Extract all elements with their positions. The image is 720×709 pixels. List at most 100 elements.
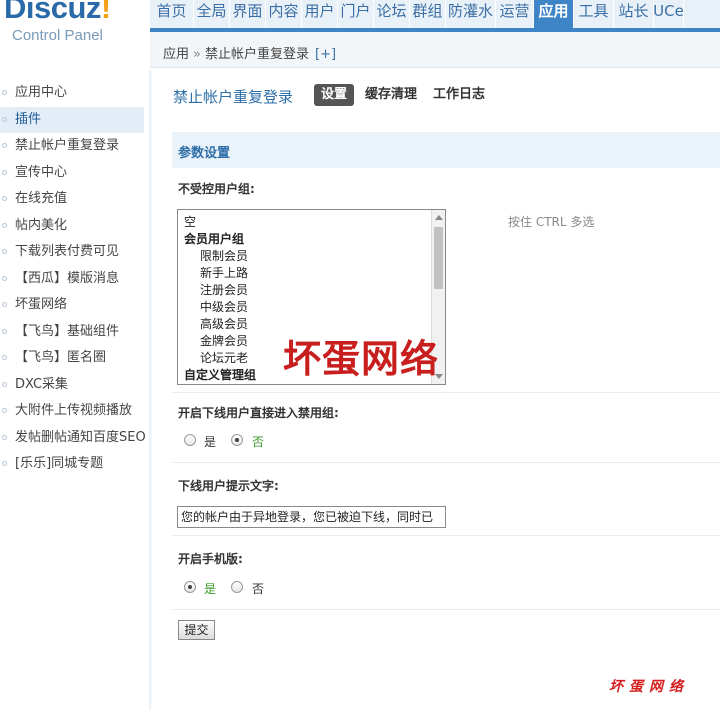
sidebar-item-label: DXC采集 — [15, 376, 69, 392]
tab-settings[interactable]: 设置 — [314, 84, 355, 106]
user-group-option[interactable]: 高级会员 — [200, 315, 248, 332]
breadcrumb-root[interactable]: 应用 — [163, 47, 189, 62]
user-group-option[interactable]: 空 — [184, 213, 196, 230]
watermark-text: 坏蛋网络 — [283, 336, 440, 381]
sidebar-item[interactable]: [乐乐]同城专题 — [0, 451, 144, 477]
sidebar-item-label: [乐乐]同城专题 — [15, 456, 104, 471]
tab-work-log[interactable]: 工作日志 — [433, 84, 485, 106]
tab-cache-clear[interactable]: 缓存清理 — [365, 84, 417, 106]
multiselect-hint: 按住 CTRL 多选 — [508, 215, 595, 229]
bullet-icon — [2, 249, 7, 254]
bullet-icon — [2, 434, 7, 440]
bullet-icon — [2, 408, 7, 413]
sidebar-item[interactable]: 应用中心 — [0, 80, 144, 106]
user-group-option[interactable]: 自定义管理组 — [184, 366, 256, 383]
sidebar-item-label: 应用中心 — [15, 85, 68, 100]
main-content: 禁止帐户重复登录 设置 缓存清理 工作日志 参数设置 不受控用户组: 空会员用户… — [155, 70, 720, 709]
user-group-option[interactable]: 会员用户组 — [184, 230, 244, 247]
logo-brand: Discuz! — [4, 0, 111, 25]
nav-item[interactable]: 论坛 — [374, 0, 410, 28]
nav-item[interactable]: 首页 — [150, 0, 194, 28]
submit-button[interactable]: 提交 — [178, 620, 215, 640]
offline-ban-yes-radio[interactable] — [184, 434, 196, 446]
logo-subtitle: Control Panel — [12, 27, 103, 44]
add-shortcut-link[interactable]: [+] — [315, 47, 336, 62]
mobile-yes-label[interactable]: 是 — [204, 580, 216, 597]
nav-item[interactable]: 应用 — [534, 0, 574, 28]
bullet-icon — [2, 169, 7, 175]
sidebar-item[interactable]: 在线充值 — [0, 186, 144, 212]
nav-item[interactable]: 站长 — [614, 0, 654, 28]
mobile-no-label[interactable]: 否 — [252, 580, 264, 597]
sidebar-item[interactable]: 禁止帐户重复登录 — [0, 133, 144, 159]
page-title: 禁止帐户重复登录 — [173, 88, 294, 106]
user-group-option[interactable]: 注册会员 — [200, 281, 248, 298]
watermark-text-small: 坏蛋网络 — [609, 679, 689, 695]
sidebar: 应用中心插件禁止帐户重复登录 宣传中心在线充值帖内美化 下载列表付费可见【西瓜】模版… — [0, 70, 153, 709]
bullet-icon — [2, 355, 7, 360]
mobile-yes-radio[interactable] — [184, 581, 196, 593]
sidebar-item[interactable]: DXC采集 — [0, 372, 144, 398]
bullet-icon — [2, 461, 7, 466]
sidebar-item[interactable]: 发帖删帖通知百度SEO — [0, 425, 146, 451]
nav-item[interactable]: UCe — [653, 0, 684, 28]
sidebar-item-label: 插件 — [15, 111, 42, 127]
nav-item[interactable]: 内容 — [266, 0, 302, 28]
bullet-icon — [2, 196, 7, 201]
offline-ban-no-radio[interactable] — [231, 434, 243, 446]
sidebar-item-label: 在线充值 — [15, 191, 68, 206]
nav-item[interactable]: 界面 — [230, 0, 266, 28]
section-title: 参数设置 — [178, 146, 231, 161]
bullet-icon — [2, 328, 7, 334]
breadcrumb: 应用 » 禁止帐户重复登录 [+] — [163, 43, 336, 62]
nav-item[interactable]: 运营 — [496, 0, 534, 28]
user-group-option[interactable]: 中级会员 — [200, 298, 248, 315]
nav-item[interactable]: 防灌水 — [446, 0, 496, 28]
discuz-logo[interactable]: Discuz! Control Panel — [0, 0, 150, 70]
sidebar-item[interactable]: 【西瓜】模版消息 — [0, 266, 144, 292]
bullet-icon — [2, 381, 7, 387]
user-group-option[interactable]: 限制会员 — [200, 247, 248, 264]
sidebar-item-label: 发帖删帖通知百度SEO — [15, 429, 146, 445]
mobile-no-radio[interactable] — [231, 581, 243, 593]
nav-item[interactable]: 群组 — [410, 0, 446, 28]
mobile-label: 开启手机版: — [178, 552, 243, 566]
sidebar-item-label: 【飞鸟】匿名圈 — [15, 350, 107, 365]
user-group-option[interactable]: 论坛元老 — [200, 349, 248, 366]
scroll-up-arrow-icon[interactable] — [435, 215, 443, 220]
nav-item[interactable]: 全局 — [194, 0, 230, 28]
main-nav: 首页 全局 界面 内容 用户 门户 论坛 群组 防灌水 运营 应用 工具 站长 UCe — [150, 0, 720, 32]
divider — [172, 535, 720, 536]
bullet-icon — [2, 222, 7, 228]
sidebar-item[interactable]: 【飞鸟】基础组件 — [0, 319, 144, 345]
sidebar-item-label: 禁止帐户重复登录 — [15, 138, 120, 153]
sidebar-item[interactable]: 插件 — [0, 106, 144, 133]
breadcrumb-separator: » — [193, 47, 201, 62]
divider — [172, 392, 720, 393]
sidebar-item-label: 宣传中心 — [15, 164, 68, 180]
offline-tip-input[interactable]: 您的帐户由于异地登录，您已被迫下线，同时已 — [177, 506, 446, 528]
bullet-icon — [2, 116, 7, 122]
offline-tip-label: 下线用户提示文字: — [178, 479, 279, 493]
sidebar-item[interactable]: 帖内美化 — [0, 213, 144, 239]
offline-ban-no-label[interactable]: 否 — [252, 433, 264, 450]
sidebar-item[interactable]: 【飞鸟】匿名圈 — [0, 345, 144, 371]
sidebar-item-label: 【西瓜】模版消息 — [15, 270, 120, 286]
user-group-option[interactable]: 新手上路 — [200, 264, 248, 281]
divider — [172, 462, 720, 463]
bullet-icon — [2, 143, 7, 148]
nav-item[interactable]: 用户 — [302, 0, 338, 28]
nav-item[interactable]: 工具 — [574, 0, 614, 28]
nav-item[interactable]: 门户 — [338, 0, 374, 28]
offline-ban-yes-label[interactable]: 是 — [204, 433, 216, 450]
breadcrumb-bar: 应用 » 禁止帐户重复登录 [+] — [150, 32, 720, 68]
sidebar-item[interactable]: 宣传中心 — [0, 160, 144, 186]
sidebar-item[interactable]: 下载列表付费可见 — [0, 239, 144, 265]
bullet-icon — [2, 302, 7, 307]
user-group-option[interactable]: 金牌会员 — [200, 332, 248, 349]
bullet-icon — [2, 90, 7, 95]
scroll-thumb[interactable] — [434, 227, 443, 289]
sidebar-item[interactable]: 坏蛋网络 — [0, 292, 144, 318]
sidebar-item[interactable]: 大附件上传视频播放 — [0, 398, 144, 424]
sidebar-item-label: 坏蛋网络 — [15, 297, 68, 312]
